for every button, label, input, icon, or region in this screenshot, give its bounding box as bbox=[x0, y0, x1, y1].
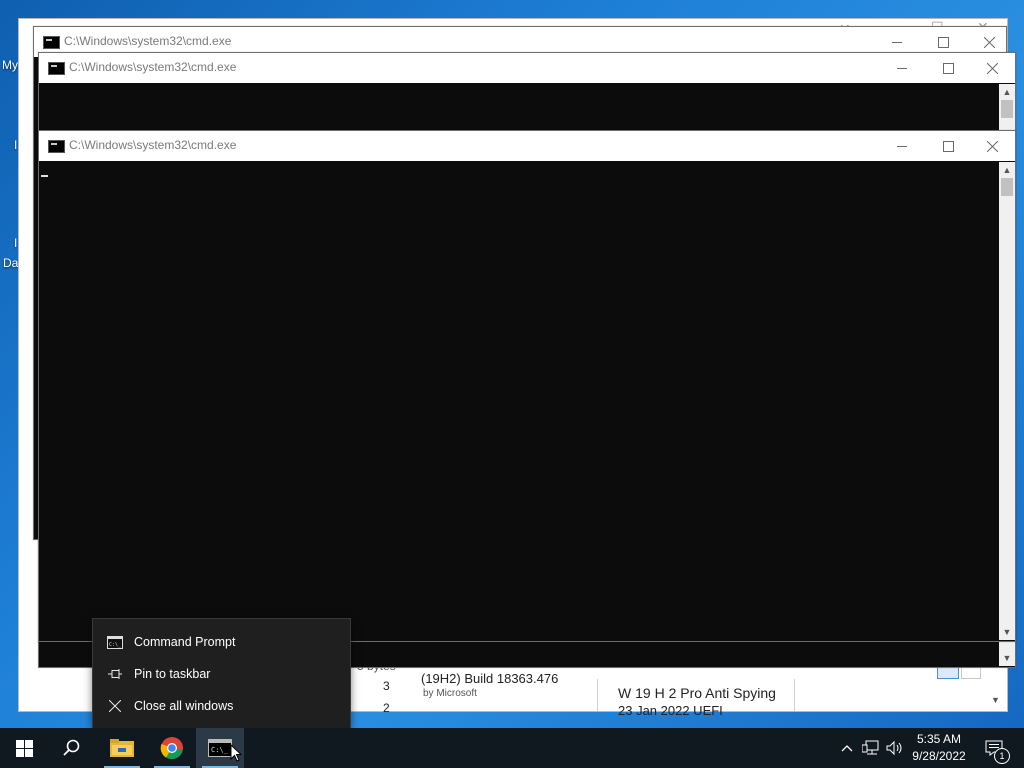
jump-list-close-all[interactable]: Close all windows bbox=[93, 691, 350, 721]
bg-scroll-down-icon[interactable]: ▼ bbox=[991, 695, 1000, 705]
minimize-icon bbox=[896, 67, 907, 69]
taskbar-jump-list: C:\_ Command Prompt Pin to taskbar Close… bbox=[92, 618, 351, 730]
cmd-window-title: C:\Windows\system32\cmd.exe bbox=[69, 138, 237, 152]
chrome-button[interactable] bbox=[148, 728, 196, 768]
close-icon bbox=[107, 698, 123, 714]
bg-item-card[interactable]: W 19 H 2 Pro Anti Spying 23 Jan 2022 UEF… bbox=[597, 679, 795, 718]
chrome-icon bbox=[160, 737, 183, 760]
maximize-icon bbox=[937, 36, 949, 48]
command-prompt-taskbar-button[interactable]: C:\_ bbox=[196, 728, 244, 768]
desktop-icon-label[interactable]: I bbox=[14, 236, 17, 250]
scroll-up-icon[interactable]: ▲ bbox=[999, 84, 1015, 100]
scroll-down-icon[interactable]: ▼ bbox=[999, 650, 1015, 666]
desktop-icon-label[interactable]: I bbox=[14, 138, 17, 152]
minimize-button[interactable] bbox=[879, 53, 925, 83]
cmd-scrollbar[interactable]: ▲ ▼ bbox=[999, 162, 1015, 640]
clock[interactable]: 5:35 AM 9/28/2022 bbox=[904, 731, 974, 765]
desktop-icon-label[interactable]: My bbox=[2, 58, 18, 72]
show-hidden-icons-button[interactable] bbox=[838, 728, 856, 768]
network-icon bbox=[862, 740, 879, 755]
minimize-button[interactable] bbox=[879, 131, 925, 161]
svg-text:C:\_: C:\_ bbox=[211, 746, 229, 754]
action-center-button[interactable]: 1 bbox=[980, 728, 1010, 768]
svg-text:C:\_: C:\_ bbox=[109, 642, 122, 648]
cmd-window-front[interactable]: C:\Windows\system32\cmd.exe ▲ ▼ bbox=[38, 130, 1016, 642]
maximize-button[interactable] bbox=[925, 53, 971, 83]
folder-icon bbox=[110, 739, 134, 757]
maximize-icon bbox=[942, 62, 954, 74]
jump-list-label: Close all windows bbox=[134, 699, 234, 713]
chevron-up-icon bbox=[841, 745, 853, 752]
bg-row-number: 2 bbox=[383, 701, 390, 715]
notification-count-badge: 1 bbox=[994, 748, 1010, 764]
cmd-titlebar[interactable]: C:\Windows\system32\cmd.exe bbox=[39, 131, 1015, 161]
desktop-icon-label[interactable]: Da bbox=[3, 256, 18, 270]
jump-list-command-prompt[interactable]: C:\_ Command Prompt bbox=[93, 627, 350, 657]
close-button[interactable] bbox=[969, 53, 1015, 83]
text-cursor bbox=[41, 175, 48, 177]
mouse-pointer-icon bbox=[230, 744, 242, 762]
close-icon bbox=[986, 140, 998, 152]
scroll-thumb[interactable] bbox=[1001, 178, 1013, 196]
cmd-app-icon bbox=[48, 62, 65, 75]
maximize-button[interactable] bbox=[925, 131, 971, 161]
close-button[interactable] bbox=[969, 131, 1015, 161]
clock-date: 9/28/2022 bbox=[912, 749, 966, 763]
scroll-up-icon[interactable]: ▲ bbox=[999, 162, 1015, 178]
maximize-icon bbox=[942, 140, 954, 152]
volume-button[interactable] bbox=[884, 728, 906, 768]
search-icon bbox=[63, 739, 80, 756]
cmd-app-icon bbox=[48, 140, 65, 153]
scroll-down-icon[interactable]: ▼ bbox=[999, 624, 1015, 640]
jump-list-label: Command Prompt bbox=[134, 635, 236, 649]
pin-icon bbox=[107, 666, 123, 682]
jump-list-label: Pin to taskbar bbox=[134, 667, 211, 681]
cmd-icon: C:\_ bbox=[107, 634, 123, 650]
bg-item-title[interactable]: (19H2) Build 18363.476 bbox=[421, 671, 558, 686]
cmd-titlebar[interactable]: C:\Windows\system32\cmd.exe bbox=[39, 53, 1015, 83]
clock-time: 5:35 AM bbox=[916, 732, 962, 746]
windows-logo-icon bbox=[15, 739, 33, 757]
search-button[interactable] bbox=[48, 728, 96, 768]
network-button[interactable] bbox=[860, 728, 882, 768]
bg-row-number: 3 bbox=[383, 679, 390, 693]
cmd-icon: C:\_ bbox=[208, 739, 232, 757]
bg-item-publisher: by Microsoft bbox=[423, 688, 477, 699]
start-button[interactable] bbox=[0, 728, 48, 768]
minimize-icon bbox=[891, 41, 902, 43]
jump-list-pin-to-taskbar[interactable]: Pin to taskbar bbox=[93, 659, 350, 689]
bg-item2-subtitle: 23 Jan 2022 UEFI bbox=[618, 703, 723, 718]
speaker-icon bbox=[886, 740, 902, 756]
scroll-thumb[interactable] bbox=[1001, 100, 1013, 118]
minimize-icon bbox=[896, 145, 907, 147]
close-icon bbox=[983, 36, 995, 48]
file-explorer-button[interactable] bbox=[98, 728, 146, 768]
close-icon bbox=[986, 62, 998, 74]
cmd-app-icon bbox=[43, 36, 60, 49]
cmd-window-title: C:\Windows\system32\cmd.exe bbox=[64, 34, 232, 48]
bg-item2-title: W 19 H 2 Pro Anti Spying bbox=[618, 685, 776, 701]
taskbar: C:\_ 5:35 AM 9/28/2022 1 bbox=[0, 728, 1024, 768]
cmd-window-title: C:\Windows\system32\cmd.exe bbox=[69, 60, 237, 74]
